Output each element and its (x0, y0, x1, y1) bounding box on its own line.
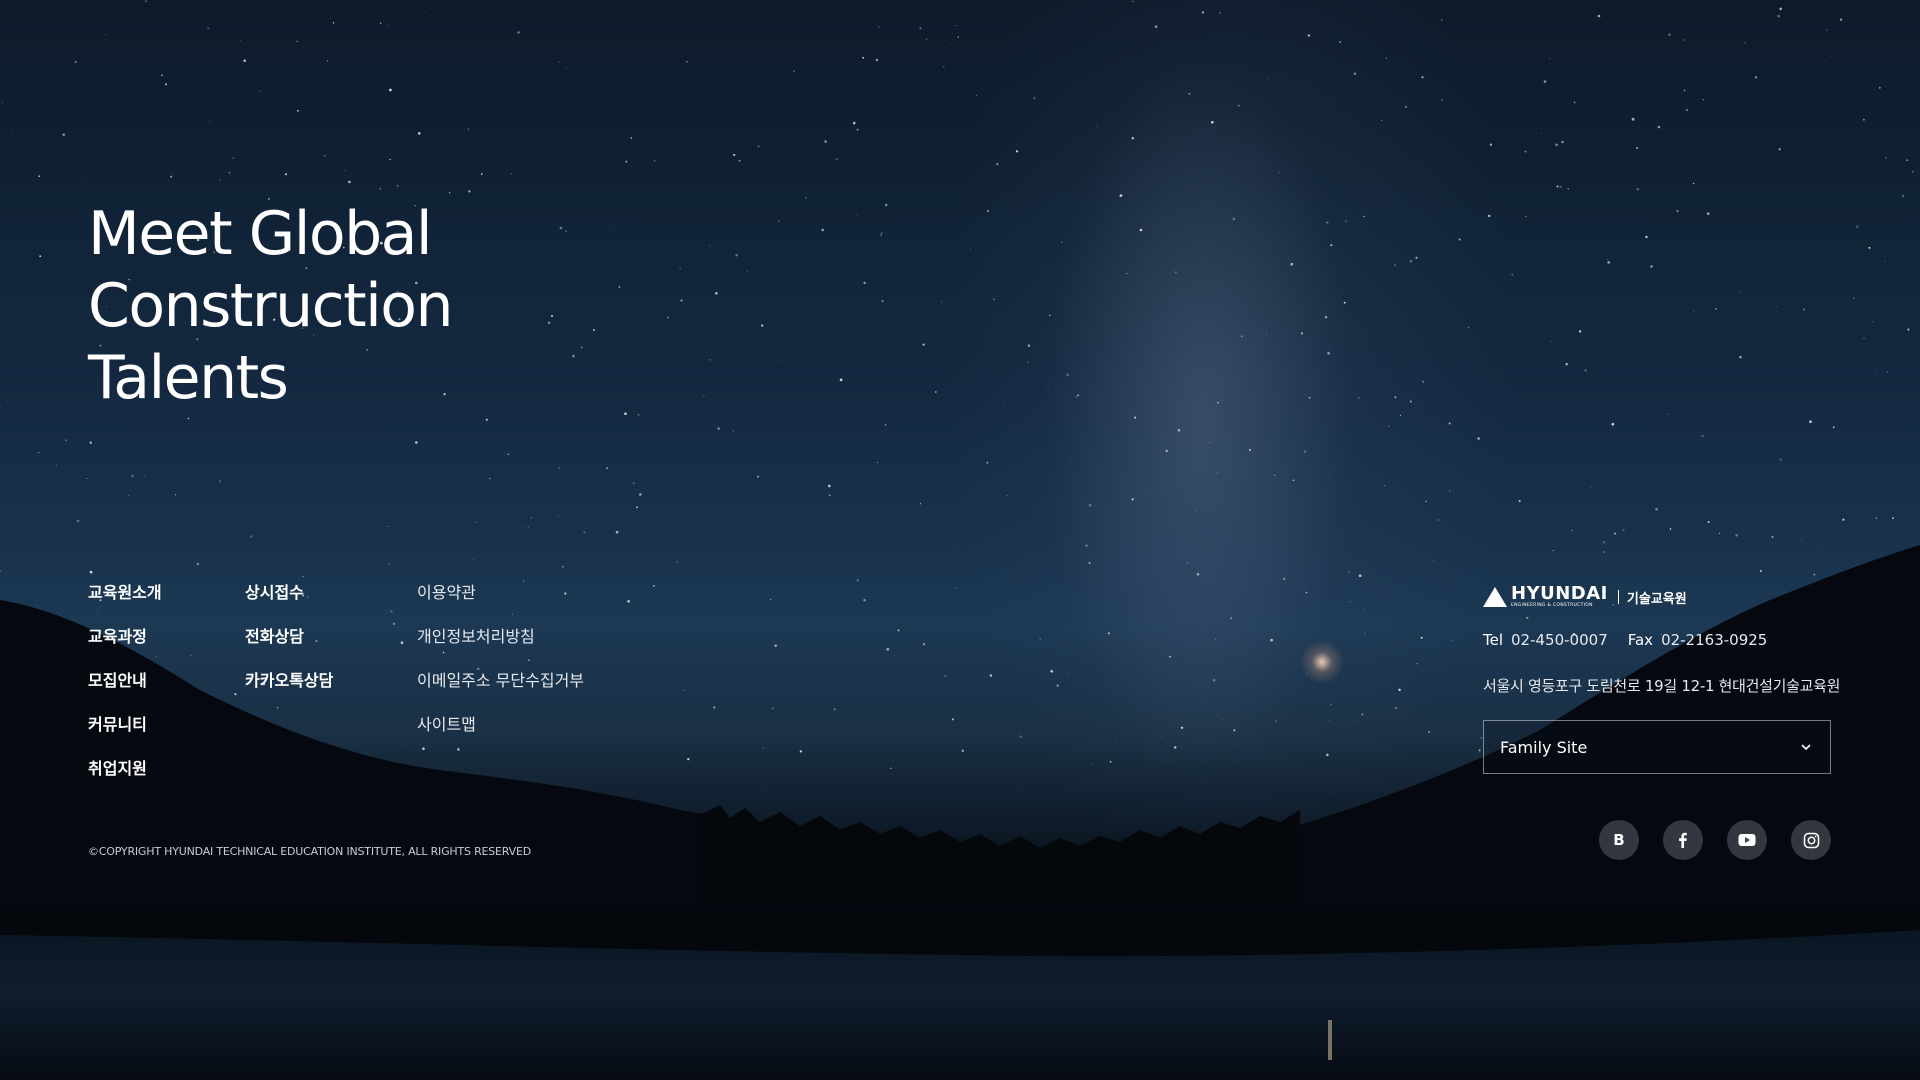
youtube-icon (1738, 834, 1756, 846)
instagram-button[interactable] (1791, 820, 1831, 860)
nav-link-terms[interactable]: 이용약관 (417, 578, 584, 622)
footer-nav-policy: 이용약관 개인정보처리방침 이메일주소 무단수집거부 사이트맵 (417, 578, 584, 754)
mountain-silhouette (0, 545, 1920, 1080)
brand-tagline: ENGINEERING & CONSTRUCTION (1511, 603, 1593, 608)
hyundai-logo: HYUNDAI ENGINEERING & CONSTRUCTION (1483, 585, 1608, 609)
hero-line-2: Construction (88, 271, 454, 341)
nav-link-always-apply[interactable]: 상시접수 (245, 578, 333, 622)
instagram-icon (1803, 832, 1819, 848)
fax-info: Fax 02-2163-0925 (1628, 631, 1768, 649)
nav-link-kakao-consult[interactable]: 카카오톡상담 (245, 666, 333, 710)
brand-subtitle: 기술교육원 (1626, 591, 1687, 607)
hero-line-3: Talents (88, 343, 289, 413)
nav-link-privacy[interactable]: 개인정보처리방침 (417, 622, 584, 666)
contact-info: Tel 02-450-0007 Fax 02-2163-0925 (1483, 631, 1767, 649)
brand-logo: HYUNDAI ENGINEERING & CONSTRUCTION 기술교육원 (1483, 585, 1687, 609)
footer-nav-consult: 상시접수 전화상담 카카오톡상담 (245, 578, 333, 710)
family-site-select[interactable]: Family Site (1483, 720, 1831, 774)
fax-number: 02-2163-0925 (1661, 631, 1768, 649)
triangle-logo-icon (1483, 587, 1507, 607)
nav-link-email-refusal[interactable]: 이메일주소 무단수집거부 (417, 666, 584, 710)
youtube-button[interactable] (1727, 820, 1767, 860)
social-links: B (1599, 820, 1831, 860)
nav-link-community[interactable]: 커뮤니티 (88, 710, 162, 754)
fax-label: Fax (1627, 631, 1654, 649)
hero-headline: Meet Global Construction Talents (88, 198, 454, 414)
family-site-label: Family Site (1500, 737, 1588, 757)
nav-link-courses[interactable]: 교육과정 (88, 622, 162, 666)
copyright-text: ©COPYRIGHT HYUNDAI TECHNICAL EDUCATION I… (88, 845, 531, 858)
nav-link-sitemap[interactable]: 사이트맵 (417, 710, 584, 754)
blog-icon: B (1613, 831, 1625, 849)
nav-link-job-support[interactable]: 취업지원 (88, 754, 162, 798)
tel-label: Tel (1483, 631, 1504, 649)
nav-link-about[interactable]: 교육원소개 (88, 578, 162, 622)
brand-wordmark: HYUNDAI (1511, 583, 1608, 604)
tel-info: Tel 02-450-0007 (1483, 631, 1608, 649)
blog-button[interactable]: B (1599, 820, 1639, 860)
footer-nav-main: 교육원소개 교육과정 모집안내 커뮤니티 취업지원 (88, 578, 162, 798)
facebook-icon (1679, 832, 1687, 848)
facebook-button[interactable] (1663, 820, 1703, 860)
address-text: 서울시 영등포구 도림천로 19길 12-1 현대건설기술교육원 (1483, 677, 1841, 695)
brand-divider (1617, 590, 1619, 604)
tel-number: 02-450-0007 (1511, 631, 1608, 649)
hero-line-1: Meet Global (88, 199, 433, 269)
nav-link-phone-consult[interactable]: 전화상담 (245, 622, 333, 666)
nav-link-recruitment[interactable]: 모집안내 (88, 666, 162, 710)
night-sky-background (0, 0, 1920, 1080)
chevron-down-icon (1801, 744, 1811, 750)
